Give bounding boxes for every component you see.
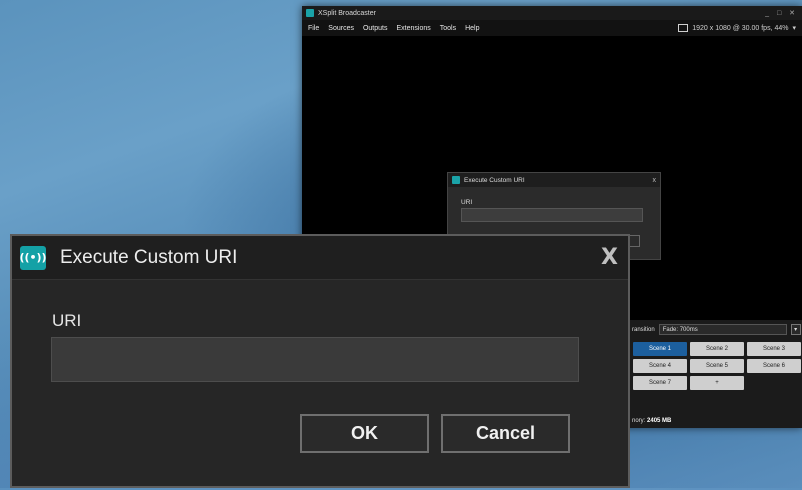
resolution-dropdown[interactable]: 1920 x 1080 @ 30.00 fps, 44% ▾	[678, 24, 796, 32]
resolution-text: 1920 x 1080 @ 30.00 fps, 44%	[692, 24, 789, 32]
scene-grid: Scene 1 Scene 2 Scene 3 Scene 4 Scene 5 Scene…	[633, 342, 801, 390]
transition-dropdown-button[interactable]: ▾	[790, 324, 801, 335]
menu-help[interactable]: Help	[465, 25, 479, 32]
uri-dialog: ((•)) Execute Custom URI X URI OK Cancel	[10, 234, 630, 488]
close-icon[interactable]: X	[601, 245, 618, 270]
memory-status: nory: 2405 MB	[632, 418, 671, 424]
small-dialog-logo-icon	[452, 176, 460, 184]
scene-button[interactable]: Scene 6	[747, 359, 801, 373]
window-titlebar[interactable]: XSplit Broadcaster _ □ ✕	[302, 6, 802, 20]
scene-button[interactable]: Scene 7	[633, 376, 687, 390]
menu-tools[interactable]: Tools	[440, 25, 456, 32]
menu-bar: File Sources Outputs Extensions Tools He…	[302, 20, 802, 36]
monitor-icon	[678, 24, 689, 32]
xsplit-logo-icon	[306, 9, 314, 17]
small-uri-input[interactable]	[461, 208, 643, 222]
chevron-down-icon: ▾	[792, 25, 796, 32]
small-uri-label: URI	[461, 199, 473, 206]
window-title: XSplit Broadcaster	[318, 9, 376, 17]
small-dialog-titlebar: Execute Custom URI x	[448, 173, 660, 187]
uri-input[interactable]	[51, 337, 579, 382]
memory-value: 2405 MB	[647, 418, 672, 424]
broadcast-icon: ((•))	[19, 245, 47, 270]
scene-button[interactable]: Scene 1	[633, 342, 687, 356]
menu-file[interactable]: File	[308, 25, 319, 32]
small-dialog-title: Execute Custom URI	[464, 176, 525, 184]
scene-button[interactable]: Scene 2	[690, 342, 744, 356]
ok-button[interactable]: OK	[300, 414, 429, 453]
dialog-titlebar: ((•)) Execute Custom URI X	[12, 236, 628, 280]
menu-extensions[interactable]: Extensions	[396, 25, 430, 32]
transition-select[interactable]: Fade: 700ms	[658, 324, 787, 335]
memory-label: nory:	[632, 418, 646, 424]
window-controls[interactable]: _ □ ✕	[765, 9, 798, 17]
scene-button[interactable]: Scene 3	[747, 342, 801, 356]
add-scene-button[interactable]: +	[690, 376, 744, 390]
menu-sources[interactable]: Sources	[328, 25, 354, 32]
transition-label: ransition	[632, 326, 655, 333]
scene-button[interactable]: Scene 5	[690, 359, 744, 373]
cancel-button[interactable]: Cancel	[441, 414, 570, 453]
small-dialog-close-icon[interactable]: x	[653, 177, 657, 184]
dialog-title: Execute Custom URI	[60, 246, 238, 268]
transition-row: ransition Fade: 700ms ▾ ✱ ▾	[632, 324, 802, 335]
menu-outputs[interactable]: Outputs	[363, 25, 388, 32]
scene-button[interactable]: Scene 4	[633, 359, 687, 373]
uri-label: URI	[52, 311, 82, 330]
